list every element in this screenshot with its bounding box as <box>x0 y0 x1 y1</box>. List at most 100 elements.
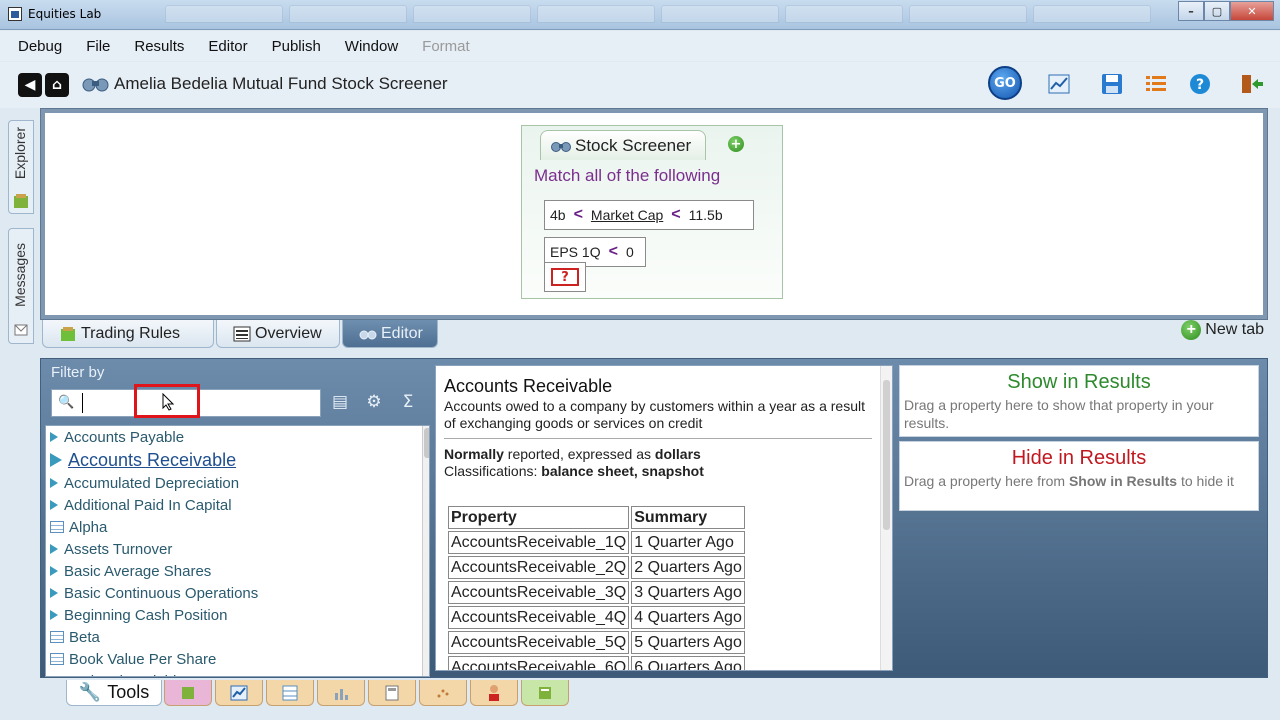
property-reporting-info: Normally reported, expressed as dollars … <box>444 446 704 479</box>
expand-triangle-icon <box>50 500 58 510</box>
messages-label: Messages <box>12 243 28 307</box>
summary-cell: 4 Quarters Ago <box>631 606 745 629</box>
exit-icon[interactable] <box>1240 72 1264 96</box>
chart-icon[interactable] <box>1047 72 1071 96</box>
less-than-operator[interactable]: < <box>574 206 583 224</box>
new-tab-button[interactable]: + New tab <box>1181 320 1264 340</box>
summary-cell: 5 Quarters Ago <box>631 631 745 654</box>
tab-chart-icon[interactable] <box>215 680 263 706</box>
tab-bar-chart-icon[interactable] <box>317 680 365 706</box>
column-header-property: Property <box>448 506 630 529</box>
condition-left-value[interactable]: 4b <box>550 207 566 223</box>
list-item[interactable]: Book Value Yield <box>46 670 429 677</box>
list-item[interactable]: Basic Continuous Operations <box>46 582 429 604</box>
condition-left-value[interactable]: EPS 1Q <box>550 244 601 260</box>
stock-screener-label: Stock Screener <box>575 136 692 155</box>
tab-editor[interactable]: Editor <box>342 320 438 348</box>
list-item-label: Alpha <box>69 518 108 536</box>
sigma-icon[interactable]: Σ <box>397 391 419 413</box>
tab-tools[interactable]: 🔧 Tools <box>66 680 162 706</box>
list-icon[interactable] <box>1144 72 1168 96</box>
close-button[interactable]: ✕ <box>1230 1 1274 21</box>
minimize-button[interactable]: – <box>1178 1 1204 21</box>
explorer-side-tab[interactable]: Explorer <box>8 120 34 214</box>
go-button[interactable]: GO <box>988 66 1022 100</box>
empty-condition-slot[interactable]: ? <box>544 262 586 292</box>
table-row: AccountsReceivable_4Q 4 Quarters Ago <box>448 606 745 629</box>
property-summary-table: Property Summary AccountsReceivable_1Q 1 … <box>446 504 747 670</box>
list-item[interactable]: Alpha <box>46 516 429 538</box>
tab-table-icon[interactable] <box>266 680 314 706</box>
condition-property-market-cap[interactable]: Market Cap <box>591 207 663 223</box>
editor-tab-strip: Trading Rules Overview Editor + New tab <box>40 320 1268 350</box>
property-list[interactable]: Accounts Payable Accounts Receivable Accum… <box>45 425 430 677</box>
tab-rules-icon[interactable] <box>164 680 212 706</box>
property-cell: AccountsReceivable_4Q <box>448 606 630 629</box>
condition-right-value[interactable]: 11.5b <box>689 207 723 223</box>
table-view-icon[interactable]: ▤ <box>329 391 351 413</box>
less-than-operator[interactable]: < <box>671 206 680 224</box>
stock-screener-tab[interactable]: Stock Screener <box>540 130 706 160</box>
tab-editor-label: Editor <box>381 324 423 342</box>
background-browser-tabs <box>165 5 1151 25</box>
tab-rules-green-icon[interactable] <box>521 680 569 706</box>
help-icon[interactable]: ? <box>1188 72 1212 96</box>
expand-triangle-icon <box>50 610 58 620</box>
save-icon[interactable] <box>1100 72 1124 96</box>
tab-calculator-icon[interactable] <box>368 680 416 706</box>
list-item[interactable]: Accounts Payable <box>46 426 429 448</box>
condition-right-value[interactable]: 0 <box>626 244 634 260</box>
list-item[interactable]: Additional Paid In Capital <box>46 494 429 516</box>
list-item[interactable]: Assets Turnover <box>46 538 429 560</box>
list-item-label: Book Value Per Share <box>69 650 217 668</box>
back-arrow-icon[interactable]: ◀ <box>18 73 42 97</box>
tab-person-icon[interactable] <box>470 680 518 706</box>
table-row: AccountsReceivable_5Q 5 Quarters Ago <box>448 631 745 654</box>
tab-trading-rules[interactable]: Trading Rules <box>42 320 214 348</box>
binoculars-icon <box>551 142 571 152</box>
less-than-operator[interactable]: < <box>609 243 618 261</box>
filter-tools: ▤ ⚙ Σ <box>329 391 419 413</box>
list-item[interactable]: Book Value Per Share <box>46 648 429 670</box>
tab-tools-label: Tools <box>107 682 150 702</box>
menu-format[interactable]: Format <box>422 38 470 55</box>
menu-window[interactable]: Window <box>345 38 398 55</box>
divider <box>444 438 872 439</box>
tab-scatter-icon[interactable] <box>419 680 467 706</box>
stock-screener-block[interactable]: Stock Screener + Match all of the follow… <box>521 125 783 299</box>
messages-side-tab[interactable]: Messages <box>8 228 34 344</box>
list-item-label: Additional Paid In Capital <box>64 496 232 514</box>
table-icon <box>50 631 64 643</box>
menu-publish[interactable]: Publish <box>272 38 321 55</box>
list-item[interactable]: Basic Average Shares <box>46 560 429 582</box>
property-cell: AccountsReceivable_5Q <box>448 631 630 654</box>
condition-market-cap[interactable]: 4b < Market Cap < 11.5b <box>544 200 754 230</box>
envelope-icon <box>14 324 28 336</box>
hide-in-results-dropzone[interactable]: Hide in Results Drag a property here fro… <box>899 441 1259 511</box>
menu-results[interactable]: Results <box>134 38 184 55</box>
menu-file[interactable]: File <box>86 38 110 55</box>
menu-editor[interactable]: Editor <box>208 38 247 55</box>
show-in-results-title: Show in Results <box>1007 371 1151 393</box>
property-description: Accounts owed to a company by customers … <box>444 398 865 431</box>
expand-triangle-icon <box>50 478 58 488</box>
question-mark-icon: ? <box>551 268 579 286</box>
editor-canvas[interactable]: Stock Screener + Match all of the follow… <box>45 113 1263 315</box>
binoculars-icon <box>359 330 377 340</box>
list-item[interactable]: Accumulated Depreciation <box>46 472 429 494</box>
list-item[interactable]: Beta <box>46 626 429 648</box>
list-item[interactable]: Beginning Cash Position <box>46 604 429 626</box>
maximize-button[interactable]: ▢ <box>1204 1 1230 21</box>
property-list-scrollbar[interactable] <box>422 426 429 676</box>
tab-overview[interactable]: Overview <box>216 320 340 348</box>
list-item[interactable]: Accounts Receivable <box>46 448 429 472</box>
gear-icon[interactable]: ⚙ <box>363 391 385 413</box>
title-bar: Equities Lab – ▢ ✕ <box>0 0 1280 30</box>
detail-scrollbar[interactable] <box>880 366 892 670</box>
explorer-icon <box>14 194 28 208</box>
list-item-label: Accounts Receivable <box>68 449 237 470</box>
add-condition-plus-icon[interactable]: + <box>728 136 744 152</box>
menu-debug[interactable]: Debug <box>18 38 62 55</box>
home-icon[interactable]: ⌂ <box>45 73 69 97</box>
show-in-results-dropzone[interactable]: Show in Results Drag a property here to … <box>899 365 1259 437</box>
